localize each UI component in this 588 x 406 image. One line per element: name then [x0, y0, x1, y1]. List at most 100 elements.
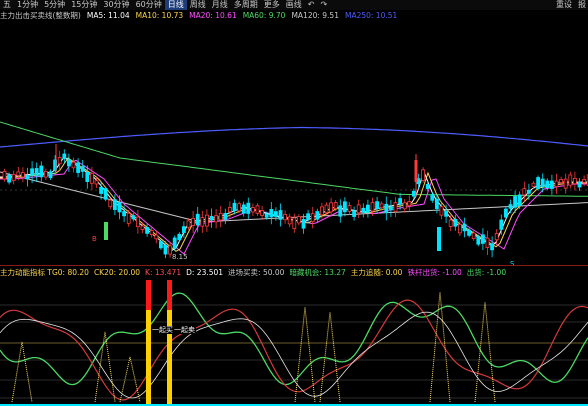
- ma-legend-item: MA20: 10.61: [189, 11, 237, 20]
- toolbar-right-item[interactable]: 重设: [556, 0, 572, 10]
- candle-body: [439, 206, 444, 216]
- candle-body: [140, 225, 145, 230]
- candle-body: [425, 183, 430, 189]
- candle-body: [7, 174, 11, 183]
- candle-body: [108, 199, 113, 208]
- candle-body: [462, 223, 467, 232]
- candle-body: [315, 211, 320, 220]
- candle-body: [113, 199, 117, 211]
- candle-body: [582, 178, 586, 183]
- candle-body: [214, 215, 219, 223]
- candle-body: [94, 180, 99, 185]
- candle-body: [568, 174, 573, 186]
- panel-divider: [0, 265, 588, 266]
- candle-body: [563, 178, 568, 189]
- ma-legend-item: MA250: 10.51: [344, 11, 398, 20]
- toolbar-item[interactable]: 月线: [209, 0, 231, 10]
- indicator-legend-item: CK20: 20.00: [93, 268, 141, 277]
- candle-body: [522, 188, 527, 196]
- toolbar-right-item[interactable]: 报: [578, 0, 586, 10]
- candle-body: [393, 202, 398, 213]
- candlestick-chart[interactable]: [0, 22, 588, 265]
- yellow-spike: [11, 341, 33, 403]
- sell-together-label: 一起卖: [173, 326, 196, 334]
- candle-body: [540, 178, 545, 188]
- candle-body: [499, 219, 504, 230]
- sell-signal-bar: [167, 280, 172, 310]
- candle-body: [131, 215, 136, 220]
- candle-body: [264, 213, 269, 218]
- low-price-label: 8.15: [172, 253, 188, 261]
- indicator-legend: 主力动能指标 TG0: 80.20 CK20: 20.00 K: 13.471 D: …: [0, 268, 588, 278]
- candle-body: [218, 212, 223, 221]
- ma-legend: 主力出击买卖线(整数期) MA5: 11.04 MA10: 10.73 MA20: …: [0, 11, 588, 21]
- candle-body: [402, 202, 407, 210]
- candle-body: [103, 188, 108, 200]
- candle-body: [283, 214, 288, 221]
- candle-body: [365, 204, 370, 213]
- candle-body: [278, 210, 283, 220]
- toolbar-item[interactable]: 多周期: [231, 0, 261, 10]
- candle-body: [301, 218, 306, 229]
- candle-body: [186, 220, 191, 228]
- candle-body: [324, 204, 329, 214]
- candle-body: [246, 202, 251, 214]
- candle-body: [158, 241, 163, 249]
- candle-body: [39, 165, 44, 178]
- ma-legend-item: MA10: 10.73: [135, 11, 184, 20]
- candle-body: [457, 223, 462, 234]
- candle-body: [448, 219, 453, 227]
- candle-body: [480, 234, 485, 244]
- toolbar-item[interactable]: 30分钟: [100, 0, 132, 10]
- candle-body: [227, 207, 232, 213]
- toolbar-item[interactable]: ↷: [317, 0, 330, 10]
- candle-body: [306, 213, 311, 220]
- oscillator-chart[interactable]: [0, 280, 588, 406]
- candle-body: [48, 171, 53, 178]
- toolbar-item[interactable]: 日线: [164, 0, 187, 10]
- white-oscillator-line: [0, 311, 588, 399]
- candle-body: [191, 218, 196, 226]
- indicator-legend-item: 主力动能指标 TG0: 80.20: [0, 268, 89, 277]
- candle-body: [117, 202, 122, 213]
- toolbar-item[interactable]: 周线: [187, 0, 209, 10]
- toolbar-item[interactable]: 5分钟: [41, 0, 68, 10]
- toolbar-item[interactable]: 更多: [261, 0, 283, 10]
- candle-body: [508, 204, 513, 209]
- buy-together-label: 一起买: [151, 326, 174, 334]
- ma10-line: [0, 157, 588, 252]
- indicator-name: 主力出击买卖线(整数期): [0, 11, 81, 20]
- ma-legend-item: MA5: 11.04: [86, 11, 130, 20]
- buy-marker: B: [92, 235, 97, 243]
- indicator-legend-item: 铁杆出货: -1.00: [407, 268, 462, 277]
- candle-body: [388, 206, 393, 211]
- candle-body: [411, 190, 416, 197]
- candle-body: [554, 180, 559, 187]
- toolbar-item[interactable]: 画线: [283, 0, 305, 10]
- candle-body: [57, 157, 62, 165]
- candle-body: [319, 206, 324, 216]
- candle-body: [407, 201, 412, 207]
- candle-body: [273, 211, 278, 217]
- candle-body: [471, 232, 476, 240]
- candle-body: [90, 173, 94, 184]
- toolbar-item[interactable]: 15分钟: [68, 0, 100, 10]
- toolbar-item[interactable]: 60分钟: [133, 0, 165, 10]
- candle-body: [232, 202, 237, 211]
- candle-body: [577, 181, 582, 188]
- toolbar-right: 重设报: [556, 0, 586, 10]
- candle-body: [80, 166, 85, 172]
- candle-body: [361, 207, 366, 213]
- candle-body: [356, 204, 361, 214]
- candle-body: [2, 171, 7, 180]
- candle-body: [421, 169, 426, 181]
- candle-body: [269, 209, 274, 218]
- toolbar-item[interactable]: ↶: [305, 0, 318, 10]
- buy-signal-bar: [146, 310, 151, 406]
- toolbar-item[interactable]: 1分钟: [14, 0, 41, 10]
- candle-body: [122, 211, 126, 217]
- candle-body: [517, 194, 522, 206]
- candle-body: [172, 237, 177, 249]
- toolbar-item[interactable]: 五: [0, 0, 14, 10]
- candle-body: [467, 229, 472, 236]
